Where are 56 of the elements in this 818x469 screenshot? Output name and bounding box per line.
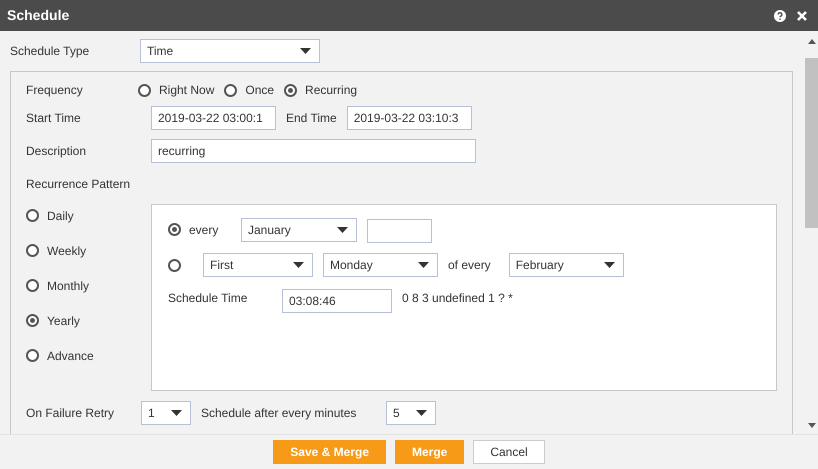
schedule-time-field[interactable]: 03:08:46 [282,289,392,313]
radio-button[interactable] [224,84,238,96]
field-label: End Time [286,110,337,127]
start-time-field[interactable]: 2019-03-22 03:00:1 [151,106,276,130]
caret-icon [604,262,615,268]
weekday-select[interactable]: Monday [323,253,438,277]
retry-select[interactable]: 1 [141,401,191,425]
month-select[interactable]: February [508,253,624,277]
field-label: Schedule Type [10,43,90,60]
day-field[interactable] [367,219,432,243]
caret-icon [300,48,311,54]
window-title: Schedule [7,6,70,25]
radio-label: Advance [47,348,94,364]
help-icon[interactable] [774,10,786,22]
radio-label: Weekly [47,242,86,260]
radio-button[interactable] [138,84,151,96]
description-field[interactable]: recurring [151,139,476,163]
radio-button[interactable] [26,209,39,222]
field-label: Schedule Time [168,290,248,307]
end-time-field[interactable]: 2019-03-22 03:10:3 [346,106,472,130]
radio-button[interactable] [26,314,39,327]
close-icon[interactable] [797,10,807,20]
caret-icon [171,410,182,416]
field-label: Frequency [26,82,84,99]
scroll-thumb[interactable] [805,58,818,228]
scroll-up-icon[interactable] [808,39,816,44]
field-label: On Failure Retry [26,405,116,422]
radio-button[interactable] [26,279,39,292]
caret-icon [416,410,427,416]
ordinal-select[interactable]: First [203,253,313,277]
radio-button[interactable] [26,349,39,362]
dialog-button[interactable]: Cancel [473,440,545,464]
radio-button[interactable] [284,84,298,96]
radio-label: Recurring [305,82,358,99]
radio-label: Yearly [47,312,80,330]
radio-label: every [189,222,220,238]
schedule-type-select[interactable]: Time [140,39,320,63]
scroll-down-icon[interactable] [808,423,816,428]
radio-label: Right Now [159,82,214,99]
field-label: Schedule after every minutes [201,405,358,422]
caret-icon [418,262,429,268]
interval-select[interactable]: 5 [386,401,436,425]
radio-label: Daily [47,208,74,224]
caret-icon [337,226,348,232]
caret-icon [293,262,304,268]
field-label: Description [26,143,88,160]
month-select[interactable]: January [241,218,357,242]
field-label: Recurrence Pattern [26,177,130,191]
radio-button[interactable] [168,258,181,272]
radio-label: Monthly [47,278,90,294]
cron-expression: 0 8 3 undefined 1 ? * [402,290,513,307]
radio-label: Once [245,82,274,99]
field-label: Start Time [26,110,82,127]
radio-button[interactable] [26,244,39,257]
field-label: of every [448,257,491,274]
radio-button[interactable] [168,223,181,236]
